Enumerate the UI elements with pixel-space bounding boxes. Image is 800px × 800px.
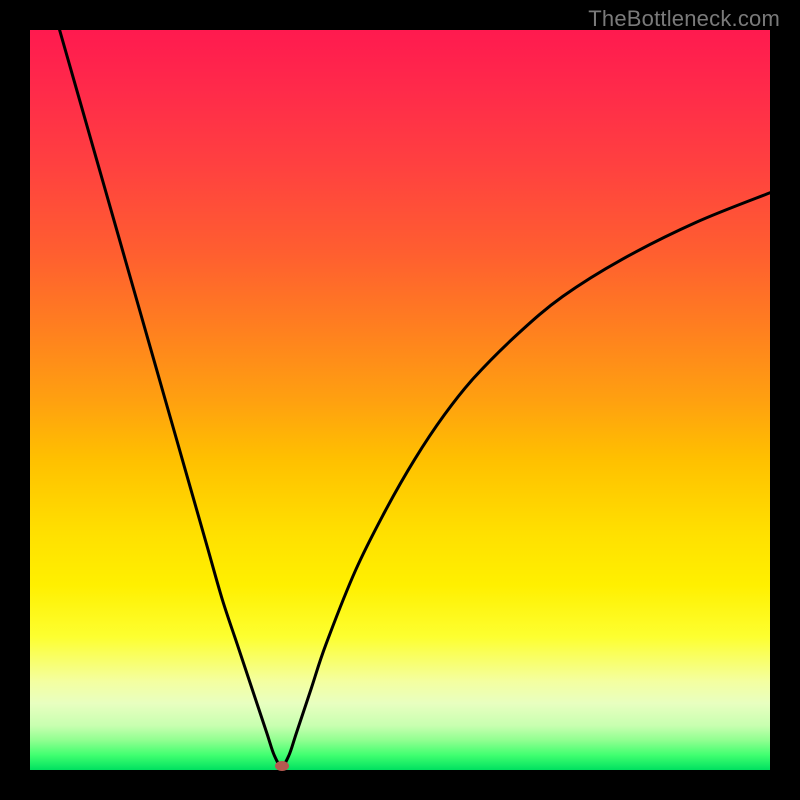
- watermark-text: TheBottleneck.com: [588, 6, 780, 32]
- minimum-marker: [275, 761, 289, 771]
- bottleneck-curve: [60, 30, 770, 766]
- curve-svg: [30, 30, 770, 770]
- chart-frame: TheBottleneck.com: [0, 0, 800, 800]
- plot-area: [30, 30, 770, 770]
